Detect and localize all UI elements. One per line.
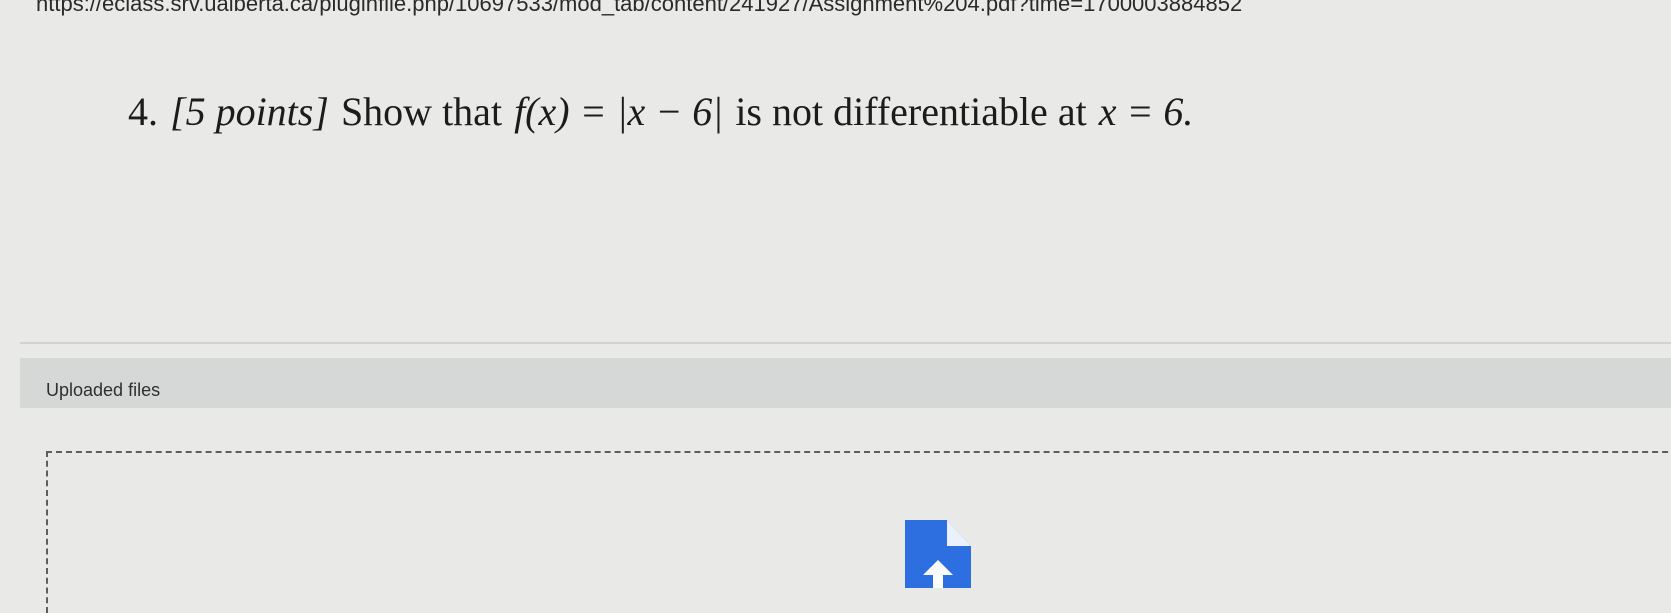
question-4: 4. [5 points] Show that f(x) = |x − 6| is no… [128,88,1193,135]
uploaded-files-header: Uploaded files [20,358,1671,408]
file-upload-icon[interactable] [903,518,973,588]
pdf-url-text: https://eclass.srv.ualberta.ca/pluginfil… [36,0,1243,16]
question-number: 4. [128,89,158,134]
file-drop-zone[interactable] [46,451,1671,613]
point-expression: x = 6. [1098,89,1194,134]
question-statement-suffix: is not differentiable at [735,89,1087,134]
uploaded-files-label: Uploaded files [46,380,161,400]
function-expression: f(x) = |x − 6| [514,89,724,134]
section-divider [20,342,1671,344]
question-statement-prefix: Show that [340,89,503,134]
question-points: [5 points] [170,89,329,134]
